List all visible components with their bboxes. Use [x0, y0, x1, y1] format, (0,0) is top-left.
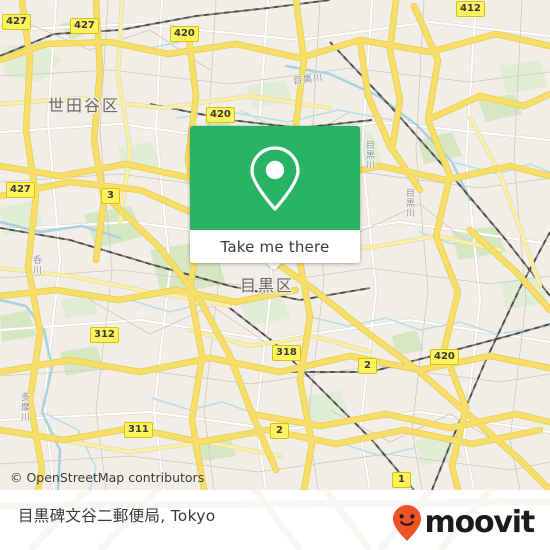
road-shield[interactable]: 420 — [430, 349, 459, 365]
road-shield[interactable]: 318 — [272, 345, 301, 361]
footer-bar: 目黒碑文谷二郵便局, Tokyo moovit — [0, 490, 550, 550]
moovit-wordmark: moovit — [424, 505, 536, 540]
road-shield[interactable]: 412 — [456, 1, 485, 17]
road-shield[interactable]: 427 — [2, 14, 31, 30]
moovit-logo[interactable]: moovit — [392, 504, 536, 542]
card-cta[interactable]: Take me there — [190, 230, 360, 263]
road-shield[interactable]: 420 — [170, 26, 199, 42]
map-pin-icon — [250, 146, 300, 211]
card-header — [190, 126, 360, 230]
map-screenshot: .rd { fill:none; stroke:#f6de68; stroke-… — [0, 0, 550, 550]
osm-attribution[interactable]: © OpenStreetMap contributors — [10, 470, 204, 485]
road-shield[interactable]: 2 — [270, 423, 289, 439]
place-title: 目黒碑文谷二郵便局, Tokyo — [18, 507, 216, 525]
road-shield[interactable]: 427 — [70, 18, 99, 34]
road-shield[interactable]: 2 — [358, 358, 377, 374]
road-shield[interactable]: 312 — [90, 327, 119, 343]
road-shield[interactable]: 3 — [101, 188, 120, 204]
map-canvas[interactable]: .rd { fill:none; stroke:#f6de68; stroke-… — [0, 0, 550, 490]
card-pointer-tail — [265, 262, 283, 270]
road-shield[interactable]: 1 — [392, 472, 411, 488]
road-shield[interactable]: 420 — [206, 107, 235, 123]
road-shield[interactable]: 311 — [124, 422, 153, 438]
road-shield[interactable]: 427 — [6, 182, 35, 198]
card-cta-label: Take me there — [220, 237, 330, 256]
take-me-there-card[interactable]: Take me there — [190, 126, 360, 263]
moovit-pin-icon — [392, 505, 421, 541]
